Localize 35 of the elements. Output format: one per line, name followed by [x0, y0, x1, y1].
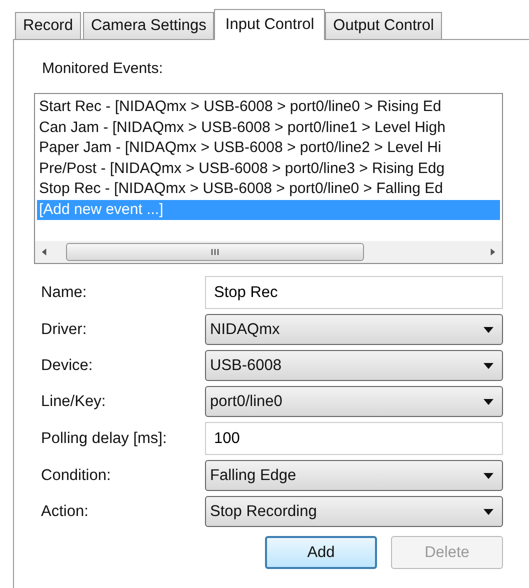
- input-field[interactable]: 100: [205, 422, 503, 455]
- horizontal-scrollbar[interactable]: [35, 241, 502, 263]
- tab[interactable]: Output Control: [325, 12, 442, 39]
- dropdown[interactable]: Falling Edge: [205, 460, 503, 491]
- caret-icon: [483, 362, 494, 368]
- dropdown[interactable]: port0/line0: [205, 386, 503, 417]
- list-item[interactable]: Start Rec - [NIDAQmx > USB-6008 > port0/line0 > Rising Ed: [37, 97, 500, 118]
- field-label: Name:: [41, 284, 88, 302]
- list-item[interactable]: Pre/Post - [NIDAQmx > USB-6008 > port0/line3 > Rising Edg: [37, 158, 500, 179]
- field-label: Action:: [41, 502, 90, 520]
- field-label: Polling delay [ms]:: [41, 430, 168, 448]
- field-label: Driver:: [41, 320, 88, 338]
- field-label: Line/Key:: [41, 392, 107, 410]
- input-field[interactable]: Stop Rec: [205, 276, 503, 309]
- action-button[interactable]: Add: [265, 536, 377, 569]
- dropdown[interactable]: USB-6008: [205, 350, 503, 381]
- caret-icon: [483, 472, 494, 478]
- tab[interactable]: Camera Settings: [82, 12, 214, 39]
- dropdown[interactable]: Stop Recording: [205, 496, 503, 527]
- list-item[interactable]: Stop Rec - [NIDAQmx > USB-6008 > port0/line0 > Falling Ed: [37, 179, 500, 200]
- grip-icon: [210, 247, 220, 257]
- tab[interactable]: Input Control: [214, 9, 326, 40]
- caret-icon: [483, 326, 494, 332]
- scroll-thumb[interactable]: [66, 243, 364, 261]
- list-item[interactable]: Can Jam - [NIDAQmx > USB-6008 > port0/line1 > Level High: [37, 118, 500, 138]
- scroll-right-icon[interactable]: [489, 247, 496, 257]
- scroll-left-icon[interactable]: [41, 247, 48, 257]
- field-label: Condition:: [41, 466, 112, 484]
- section-label: Monitored Events:: [42, 60, 164, 79]
- caret-icon: [483, 398, 494, 404]
- tab[interactable]: Record: [15, 12, 81, 39]
- field-label: Device:: [41, 356, 94, 374]
- caret-icon: [483, 508, 494, 514]
- list-item[interactable]: Paper Jam - [NIDAQmx > USB-6008 > port0/line2 > Level Hi: [37, 138, 500, 158]
- dropdown[interactable]: NIDAQmx: [205, 314, 503, 345]
